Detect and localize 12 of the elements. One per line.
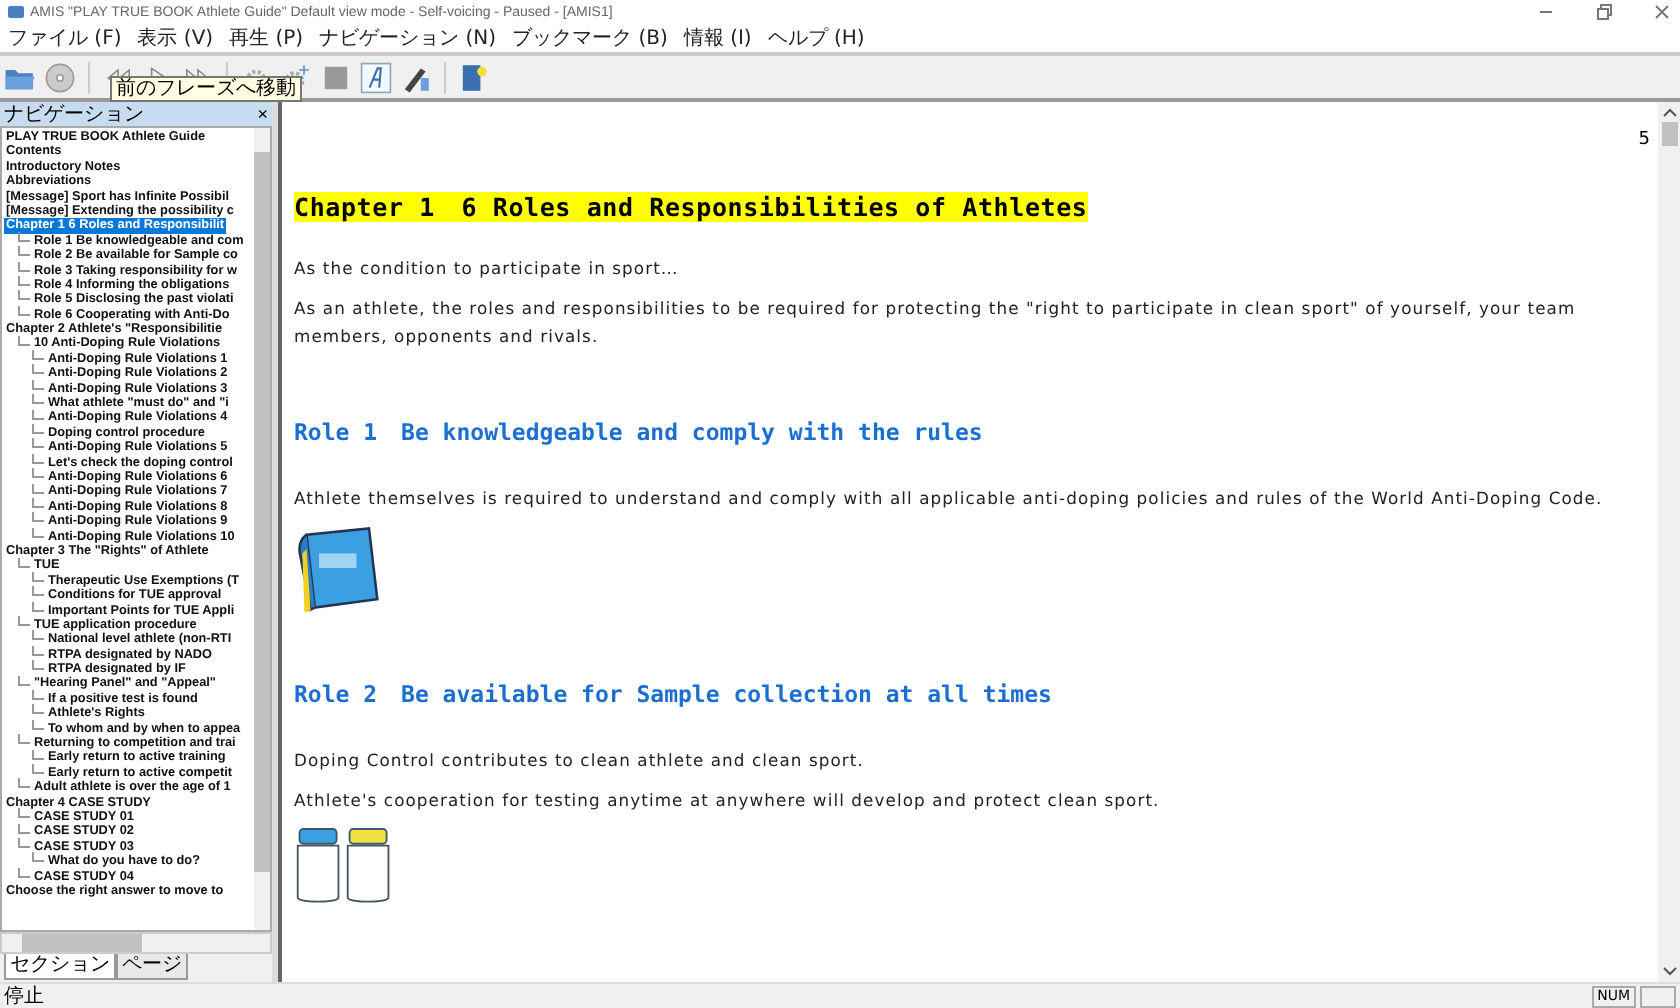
- section-heading: Role 1 Be knowledgeable and comply with the rules: [294, 418, 985, 448]
- section-heading: Role 2 Be available for Sample collection at all times: [294, 680, 1054, 710]
- tooltip: 前のフレーズへ移動: [110, 76, 302, 102]
- paragraph: As the condition to participate in sport…: [294, 256, 681, 282]
- status-text: 停止: [4, 983, 44, 1008]
- page-number: 5: [1636, 130, 1650, 150]
- paragraph: As an athlete, the roles and responsibilities to be required for protecting the "right to participate in clean sport" of yourself, your team members, opponents and rivals.: [294, 296, 1578, 350]
- paragraph: Doping Control contributes to clean athlete and clean sport.: [294, 748, 866, 774]
- paragraph: Athlete's cooperation for testing anytime at anywhere will develop and protect clean sport.: [294, 788, 1162, 814]
- panel-title: ナビゲーション: [4, 103, 146, 125]
- chapter-heading: Chapter 1 6 Roles and Responsibilities of Athletes: [294, 192, 1088, 222]
- paragraph: Athlete themselves is required to understand and comply with all applicable anti-doping policies and rules of the World Anti-Doping Code.: [294, 486, 1605, 512]
